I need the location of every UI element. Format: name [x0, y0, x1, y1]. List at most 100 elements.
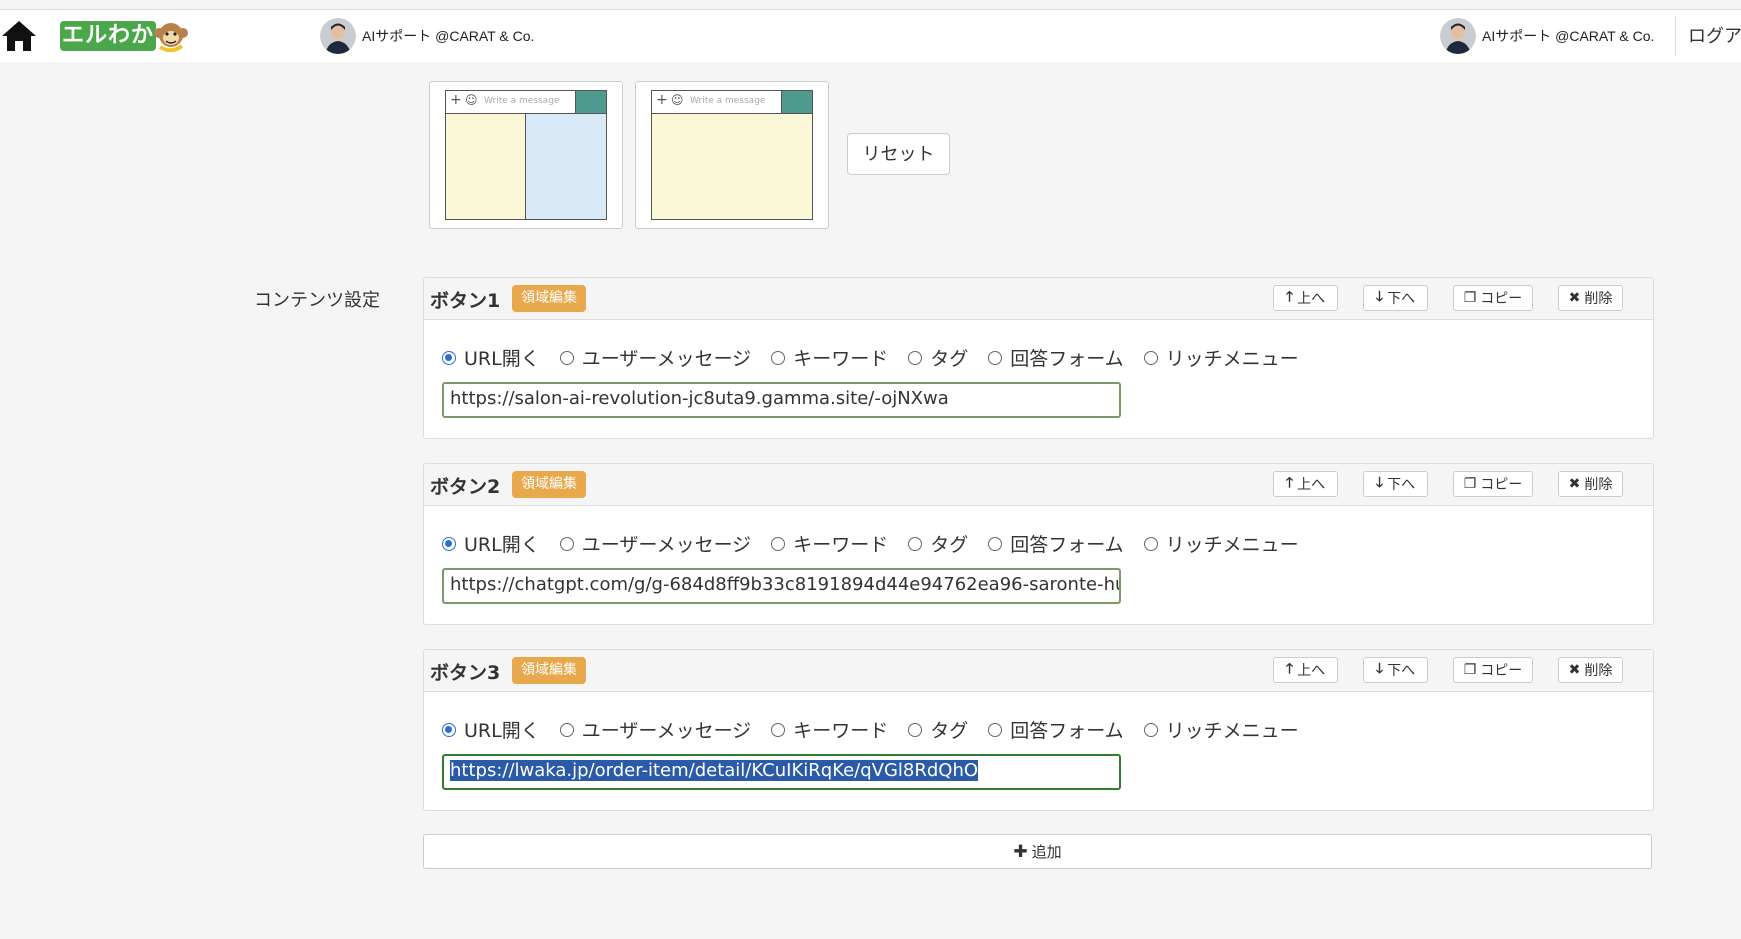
radio-button[interactable] — [442, 350, 456, 365]
logo-text: エルわか — [60, 21, 156, 51]
copy-button[interactable]: ❐ コピー — [1453, 285, 1533, 311]
logout-link[interactable]: ログアウト — [1688, 22, 1741, 48]
send-area — [781, 91, 812, 113]
radio-keyword[interactable]: キーワード — [771, 530, 888, 557]
button-panel-3: ボタン3 領域編集 🡑 上へ 🡓 下へ ❐ コピー ✖ 削除 URL開く ユーザーメッセ… — [423, 649, 1654, 811]
radio-button[interactable] — [771, 350, 786, 365]
panel-header: ボタン3 領域編集 🡑 上へ 🡓 下へ ❐ コピー ✖ 削除 — [424, 650, 1653, 692]
message-bar: + ☺ Write a message — [652, 91, 812, 114]
move-up-button[interactable]: 🡑 上へ — [1273, 471, 1338, 497]
radio-button[interactable] — [559, 722, 574, 737]
radio-user-message[interactable]: ユーザーメッセージ — [559, 530, 751, 557]
radio-button[interactable] — [908, 350, 923, 365]
move-up-button[interactable]: 🡑 上へ — [1273, 285, 1338, 311]
copy-button[interactable]: ❐ コピー — [1453, 471, 1533, 497]
reset-button[interactable]: リセット — [847, 133, 950, 175]
radio-button[interactable] — [908, 722, 923, 737]
radio-button[interactable] — [988, 536, 1003, 551]
layout-preview: + ☺ Write a message — [651, 90, 813, 220]
radio-url[interactable]: URL開く — [442, 344, 540, 371]
radio-user-message[interactable]: ユーザーメッセージ — [559, 344, 751, 371]
layout-option-two-column[interactable]: + ☺ Write a message — [429, 81, 623, 229]
header-divider — [1675, 16, 1676, 56]
layout-preview: + ☺ Write a message — [445, 90, 607, 220]
close-icon: ✖ — [1568, 476, 1581, 492]
radio-button[interactable] — [908, 536, 923, 551]
smile-icon: ☺ — [465, 93, 478, 107]
move-down-button[interactable]: 🡓 下へ — [1363, 285, 1428, 311]
arrow-down-icon: 🡓 — [1375, 289, 1384, 305]
radio-button[interactable] — [1143, 350, 1158, 365]
action-type-radios: URL開く ユーザーメッセージ キーワード タグ 回答フォーム リッチメニュー — [442, 716, 1319, 743]
radio-answer-form[interactable]: 回答フォーム — [988, 530, 1124, 557]
app-header: エルわか AIサポート @CARAT & Co. AIサポート @CARAT &… — [0, 10, 1741, 62]
move-down-button[interactable]: 🡓 下へ — [1363, 657, 1428, 683]
smile-icon: ☺ — [671, 93, 684, 107]
copy-button[interactable]: ❐ コピー — [1453, 657, 1533, 683]
arrow-up-icon: 🡑 — [1285, 289, 1294, 305]
panel-title: ボタン3 — [430, 662, 501, 684]
app-logo[interactable]: エルわか — [60, 18, 190, 54]
area-a — [652, 114, 812, 219]
button-panel-1: ボタン1 領域編集 🡑 上へ 🡓 下へ ❐ コピー ✖ 削除 URL開く ユーザーメッセ… — [423, 277, 1654, 439]
avatar — [1440, 18, 1476, 54]
monkey-mascot-icon — [154, 20, 188, 53]
account-left[interactable]: AIサポート @CARAT & Co. — [320, 16, 534, 56]
radio-button[interactable] — [1143, 722, 1158, 737]
url-input-focused[interactable]: https://lwaka.jp/order-item/detail/KCuIK… — [442, 754, 1121, 790]
arrow-down-icon: 🡓 — [1375, 661, 1384, 677]
url-input[interactable]: https://chatgpt.com/g/g-684d8ff9b33c8191… — [442, 568, 1121, 604]
radio-button[interactable] — [1143, 536, 1158, 551]
radio-keyword[interactable]: キーワード — [771, 716, 888, 743]
avatar — [320, 18, 356, 54]
radio-keyword[interactable]: キーワード — [771, 344, 888, 371]
move-up-button[interactable]: 🡑 上へ — [1273, 657, 1338, 683]
radio-rich-menu[interactable]: リッチメニュー — [1143, 344, 1299, 371]
action-type-radios: URL開く ユーザーメッセージ キーワード タグ 回答フォーム リッチメニュー — [442, 344, 1319, 371]
radio-button[interactable] — [771, 722, 786, 737]
radio-tag[interactable]: タグ — [908, 530, 968, 557]
panel-header: ボタン1 領域編集 🡑 上へ 🡓 下へ ❐ コピー ✖ 削除 — [424, 278, 1653, 320]
edit-area-badge[interactable]: 領域編集 — [512, 285, 586, 312]
radio-button[interactable] — [988, 350, 1003, 365]
content-settings-label: コンテンツ設定 — [254, 290, 380, 311]
radio-rich-menu[interactable]: リッチメニュー — [1143, 716, 1299, 743]
top-border — [0, 0, 1741, 10]
add-button[interactable]: ✚ 追加 — [423, 834, 1652, 869]
edit-area-badge[interactable]: 領域編集 — [512, 657, 586, 684]
plus-icon: + — [450, 92, 462, 108]
account-right[interactable]: AIサポート @CARAT & Co. — [1440, 16, 1654, 56]
radio-button[interactable] — [559, 536, 574, 551]
area-b — [526, 114, 606, 219]
radio-tag[interactable]: タグ — [908, 716, 968, 743]
delete-button[interactable]: ✖ 削除 — [1558, 657, 1623, 683]
radio-button[interactable] — [988, 722, 1003, 737]
radio-tag[interactable]: タグ — [908, 344, 968, 371]
radio-answer-form[interactable]: 回答フォーム — [988, 344, 1124, 371]
selected-url-text: https://lwaka.jp/order-item/detail/KCuIK… — [450, 760, 979, 781]
arrow-up-icon: 🡑 — [1285, 475, 1294, 491]
radio-rich-menu[interactable]: リッチメニュー — [1143, 530, 1299, 557]
radio-button[interactable] — [442, 722, 456, 737]
home-icon[interactable] — [0, 18, 38, 54]
edit-area-badge[interactable]: 領域編集 — [512, 471, 586, 498]
radio-button[interactable] — [559, 350, 574, 365]
radio-url[interactable]: URL開く — [442, 530, 540, 557]
radio-button[interactable] — [442, 536, 456, 551]
delete-button[interactable]: ✖ 削除 — [1558, 471, 1623, 497]
account-name: AIサポート @CARAT & Co. — [1482, 28, 1655, 44]
delete-button[interactable]: ✖ 削除 — [1558, 285, 1623, 311]
radio-button[interactable] — [771, 536, 786, 551]
radio-answer-form[interactable]: 回答フォーム — [988, 716, 1124, 743]
add-label: 追加 — [1031, 843, 1062, 861]
close-icon: ✖ — [1568, 290, 1581, 306]
radio-user-message[interactable]: ユーザーメッセージ — [559, 716, 751, 743]
move-down-button[interactable]: 🡓 下へ — [1363, 471, 1428, 497]
url-input[interactable]: https://salon-ai-revolution-jc8uta9.gamm… — [442, 382, 1121, 418]
plus-icon: + — [656, 92, 668, 108]
layout-option-single[interactable]: + ☺ Write a message — [635, 81, 829, 229]
message-placeholder: Write a message — [484, 96, 560, 106]
radio-url[interactable]: URL開く — [442, 716, 540, 743]
copy-icon: ❐ — [1463, 476, 1477, 492]
send-area — [575, 91, 606, 113]
